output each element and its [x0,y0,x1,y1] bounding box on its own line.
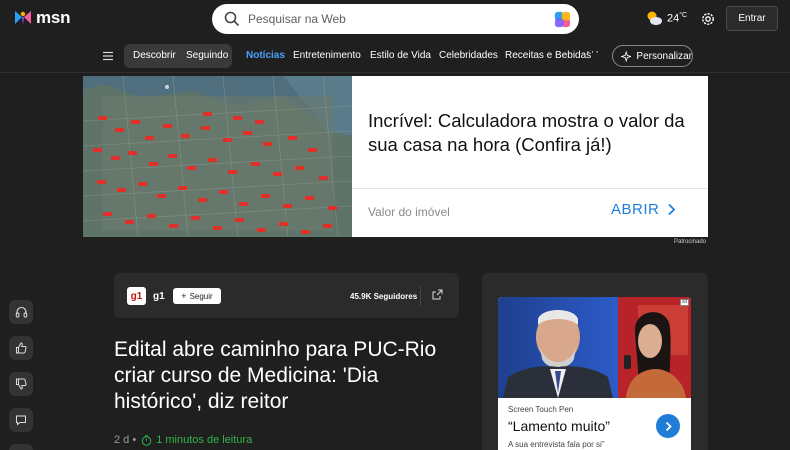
ad-divider [352,188,708,189]
chevron-right-icon [665,421,672,431]
copilot-icon[interactable] [553,10,572,29]
promo-go-button[interactable] [656,414,680,438]
tab-celebridades[interactable]: Celebridades [439,50,498,61]
aerial-map-image [83,76,352,237]
comment-icon [16,415,26,426]
search-icon [224,11,240,27]
thumbs-down-icon [16,378,27,390]
follow-button[interactable]: + Seguir [173,288,221,304]
g1-logo[interactable]: g1 [127,287,146,305]
share-icon[interactable] [432,289,443,300]
ad-field-label: Valor do imóvel [368,205,450,219]
sponsored-label: Patrocinado [674,239,707,245]
publisher-name[interactable]: g1 [153,291,165,302]
ad-open-button[interactable]: ABRIR [611,201,676,218]
thumbs-up-icon [16,342,27,354]
gear-icon[interactable] [700,11,716,27]
publisher-card: g1 g1 + Seguir 45.9K Seguidores [114,273,459,318]
more-actions-button[interactable] [9,444,33,450]
personalize-label: Personalizar [636,50,692,62]
weather-temperature: 24°C [667,11,688,25]
headphones-icon [15,306,27,318]
promo-source: Screen Touch Pen [508,405,574,414]
tab-estilo-de-vida[interactable]: Estilo de Vida [370,50,431,61]
article-meta: 2 d • 1 minutos de leitura [114,434,252,446]
dislike-button[interactable] [9,372,33,396]
listen-button[interactable] [9,300,33,324]
like-button[interactable] [9,336,33,360]
sponsored-banner[interactable]: Incrível: Calculadora mostra o valor da … [83,76,708,237]
logo-text: msn [36,8,71,27]
tab-descobrir[interactable]: Descobrir [133,50,176,61]
plus-icon: + [181,291,187,301]
promo-subtitle: A sua entrevista fala por si” [508,440,605,449]
ad-open-label: ABRIR [611,201,660,218]
article-age: 2 d • [114,434,137,446]
read-time: 1 minutos de leitura [156,434,253,446]
top-bar: msn 24°C Entrar [0,0,790,40]
sparkle-icon [621,50,632,62]
tab-receitas-e-bebidas[interactable]: Receitas e Bebidas [505,50,591,61]
search-input[interactable] [248,4,548,34]
weather-widget[interactable]: 24°C [645,10,687,26]
tab-seguindo[interactable]: Seguindo [186,50,228,61]
followers-count: 45.9K Seguidores [350,292,418,301]
article-title: Edital abre caminho para PUC-Rio criar c… [114,338,437,413]
timer-icon [142,434,152,446]
promo-ad-card[interactable]: ad Screen Touch Pen “Lamento muito” A su… [498,297,691,450]
msn-logo[interactable]: msn [13,8,71,28]
hamburger-menu-icon[interactable] [102,50,114,62]
comment-button[interactable] [9,408,33,432]
follow-label: Seguir [189,291,213,301]
card-divider [420,286,421,306]
ad-choices-icon[interactable]: ad [680,299,689,306]
search-box[interactable] [212,4,579,34]
sign-in-button[interactable]: Entrar [726,6,778,31]
category-nav: Descobrir Seguindo Notícias Entretenimen… [0,40,790,73]
news-interview-image [498,297,691,398]
personalize-button[interactable]: Personalizar [612,45,693,67]
partly-cloudy-icon [647,11,662,25]
promo-title[interactable]: “Lamento muito” [508,418,610,434]
msn-butterfly-icon [15,11,31,25]
chevron-right-icon [668,203,676,216]
ad-headline[interactable]: Incrível: Calculadora mostra o valor da … [368,109,698,157]
tab-entretenimento[interactable]: Entretenimento [293,50,361,61]
tab-noticias[interactable]: Notícias [246,50,285,61]
more-categories-button[interactable]: ··· [586,46,600,58]
